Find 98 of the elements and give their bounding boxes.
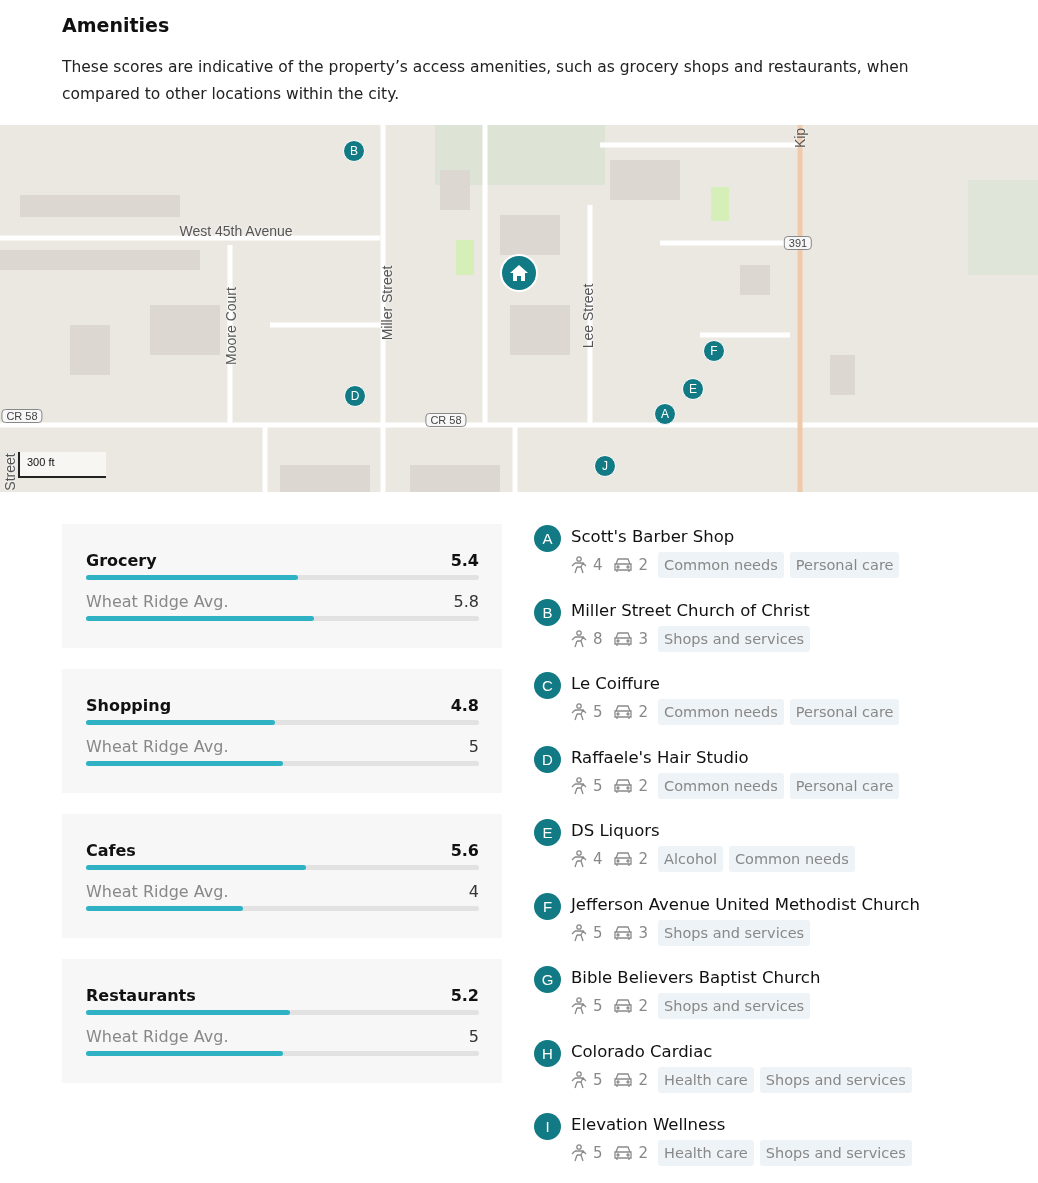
place-name[interactable]: Jefferson Avenue United Methodist Church — [571, 892, 920, 917]
place-letter: G — [534, 966, 561, 993]
walk-time: 5 — [593, 1070, 603, 1089]
category-name: Grocery — [86, 551, 157, 570]
category-tag: Personal care — [789, 772, 900, 799]
category-score: 5.6 — [450, 841, 479, 860]
walk-time: 5 — [593, 1144, 603, 1162]
car-icon — [612, 1145, 633, 1161]
average-label: Wheat Ridge Avg. — [86, 882, 229, 901]
category-tag: Personal care — [789, 699, 900, 725]
car-icon — [612, 704, 633, 720]
place-name[interactable]: Le Coiffure — [571, 672, 900, 696]
average-label: Wheat Ridge Avg. — [86, 1027, 229, 1046]
drive-time: 2 — [638, 850, 649, 868]
street-label: Lee Street — [580, 283, 596, 349]
category-tag: Common needs — [658, 552, 784, 578]
place-letter: D — [534, 745, 561, 773]
walking-person-icon — [571, 776, 587, 795]
car-icon — [612, 998, 633, 1014]
average-label: Wheat Ridge Avg. — [86, 592, 229, 611]
walk-time: 8 — [593, 629, 603, 648]
category-tag: Health care — [658, 1066, 754, 1093]
place-name[interactable]: DS Liquors — [571, 819, 855, 843]
category-tag: Health care — [658, 1140, 754, 1166]
average-score: 5 — [468, 737, 479, 756]
car-icon — [612, 630, 633, 647]
walk-time: 4 — [593, 556, 603, 574]
walking-person-icon — [571, 923, 587, 942]
category-tag: Shops and services — [759, 1066, 912, 1093]
street-label: West 45th Avenue — [179, 223, 293, 239]
category-tag: Shops and services — [658, 993, 811, 1019]
scale-bar: 300 ft — [18, 452, 106, 478]
section-title: Amenities — [62, 14, 171, 36]
drive-time: 2 — [638, 556, 649, 574]
average-score: 5 — [468, 1027, 479, 1046]
drive-time: 3 — [638, 629, 649, 648]
place-name[interactable]: Bible Believers Baptist Church — [571, 966, 821, 990]
category-tag: Common needs — [729, 846, 855, 872]
walk-time: 5 — [593, 703, 603, 721]
street-label: Street — [2, 453, 18, 491]
walk-time: 5 — [593, 776, 603, 795]
walk-time: 5 — [593, 923, 603, 942]
category-name: Shopping — [86, 696, 172, 715]
place-letter: E — [534, 819, 561, 846]
place-name[interactable]: Raffaele's Hair Studio — [571, 745, 900, 770]
category-name: Restaurants — [86, 986, 196, 1005]
street-label: Kip — [792, 127, 808, 149]
drive-time: 2 — [638, 1144, 649, 1162]
average-score: 5.8 — [453, 592, 479, 611]
walk-time: 4 — [593, 850, 603, 868]
place-name[interactable]: Scott's Barber Shop — [571, 525, 900, 549]
place-letter: H — [534, 1039, 561, 1067]
category-score: 4.8 — [450, 696, 479, 715]
street-label: CR 58 — [425, 413, 467, 427]
car-icon — [612, 924, 633, 941]
place-letter: C — [534, 672, 561, 699]
section-description: These scores are indicative of the property’s access amenities, such as grocery shops and restaurants, when compared to other locations within the city. — [62, 57, 910, 105]
drive-time: 3 — [638, 923, 649, 942]
street-label: Moore Court — [223, 287, 239, 365]
drive-time: 2 — [638, 1070, 649, 1089]
walking-person-icon — [571, 997, 587, 1015]
drive-time: 2 — [638, 703, 649, 721]
walking-person-icon — [571, 850, 587, 868]
car-icon — [612, 557, 633, 573]
place-letter: B — [534, 598, 561, 626]
home-pin-icon[interactable] — [500, 254, 538, 292]
street-label: 391 — [783, 236, 813, 250]
category-tag: Shops and services — [658, 919, 811, 946]
street-label: Miller Street — [379, 265, 395, 341]
car-icon — [612, 1071, 633, 1088]
place-name[interactable]: Colorado Cardiac — [571, 1039, 912, 1064]
place-letter: A — [534, 525, 561, 552]
walking-person-icon — [571, 1070, 587, 1089]
place-name[interactable]: Elevation Wellness — [571, 1113, 912, 1137]
place-letter: F — [534, 892, 561, 920]
category-score: 5.2 — [450, 986, 479, 1005]
walking-person-icon — [571, 556, 587, 574]
category-score: 5.4 — [450, 551, 479, 570]
walking-person-icon — [571, 703, 587, 721]
walking-person-icon — [571, 1144, 587, 1162]
street-label: CR 58 — [1, 409, 43, 423]
walking-person-icon — [571, 629, 587, 648]
category-tag: Common needs — [658, 772, 784, 799]
category-tag: Personal care — [789, 552, 900, 578]
car-icon — [612, 851, 633, 867]
category-tag: Shops and services — [759, 1140, 912, 1166]
category-tag: Common needs — [658, 699, 784, 725]
category-name: Cafes — [86, 841, 136, 860]
drive-time: 2 — [638, 776, 649, 795]
place-letter: I — [534, 1113, 561, 1140]
walk-time: 5 — [593, 997, 603, 1015]
category-tag: Shops and services — [658, 625, 811, 652]
category-tag: Alcohol — [658, 846, 723, 872]
drive-time: 2 — [638, 997, 649, 1015]
average-label: Wheat Ridge Avg. — [86, 737, 229, 756]
average-score: 4 — [468, 882, 479, 901]
place-name[interactable]: Miller Street Church of Christ — [571, 598, 811, 623]
car-icon — [612, 777, 633, 794]
